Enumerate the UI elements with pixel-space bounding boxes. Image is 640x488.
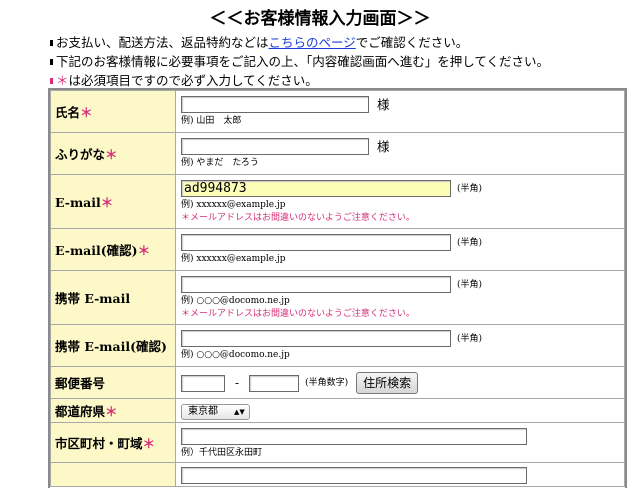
label-text: ふりがな [55, 147, 106, 162]
label-text: 郵便番号 [55, 376, 106, 391]
mobile-email-confirm-example: 例) ○○○@docomo.ne.jp [181, 350, 290, 360]
row-mobile-email-confirm: 携帯 E-mail(確認) (半角) 例) ○○○@docomo.ne.jp [50, 324, 625, 367]
required-mark: ＊ [105, 404, 118, 419]
field-mobile-email: (半角) 例) ○○○@docomo.ne.jp ＊メールアドレスはお間違いのな… [175, 270, 625, 325]
row-name: 氏名＊ 様 例) 山田 太郎 [50, 90, 625, 133]
city-input[interactable] [181, 428, 527, 445]
row-city: 市区町村・町域＊ 例）千代田区永田町 [50, 422, 625, 463]
mobile-email-warning: ＊メールアドレスはお間違いのないようご注意ください。 [181, 309, 415, 319]
bullet-icon [50, 58, 53, 65]
policy-page-link[interactable]: こちらのページ [269, 35, 356, 50]
mobile-email-input[interactable] [181, 276, 451, 293]
field-postal: - (半角数字) 住所検索 [175, 366, 625, 399]
required-mark: ＊ [80, 105, 93, 120]
field-city: 例）千代田区永田町 [175, 422, 625, 463]
label-text: 都道府県 [55, 404, 106, 419]
row-mobile-email: 携帯 E-mail (半角) 例) ○○○@docomo.ne.jp ＊メールア… [50, 270, 625, 325]
honorific-suffix: 様 [377, 138, 390, 154]
field-furigana: 様 例) やまだ たろう [175, 132, 625, 175]
note-text: 下記のお客様情報に必要事項をご記入の上、「内容確認画面へ進む」を押してください。 [56, 54, 550, 69]
furigana-input[interactable] [181, 138, 369, 155]
prefecture-select[interactable]: 東京都 ▲▼ [181, 403, 250, 420]
label-text: E-mail [55, 195, 101, 210]
field-name: 様 例) 山田 太郎 [175, 90, 625, 133]
halfwidth-note: (半角) [457, 279, 483, 290]
label-text: 氏名 [55, 105, 81, 120]
halfwidth-note: (半角) [457, 183, 483, 194]
page-title: ＜＜お客様情報入力画面＞＞ [209, 9, 431, 29]
postal-code-second-input[interactable] [249, 374, 300, 392]
field-prefecture: 東京都 ▲▼ [175, 398, 625, 423]
note-payment: お支払い、配送方法、返品特約などはこちらのページでご確認ください。 [50, 33, 640, 52]
row-next [50, 462, 625, 487]
email-input[interactable]: ad994873 [181, 180, 451, 197]
required-mark: ＊ [137, 243, 151, 258]
address-search-button[interactable]: 住所検索 [356, 372, 419, 394]
row-email-confirm: E-mail(確認)＊ (半角) 例) xxxxxx@example.jp [50, 228, 625, 271]
customer-form-table: 氏名＊ 様 例) 山田 太郎 ふりがな＊ 様 例) やまだ たろう E-mail… [50, 90, 625, 487]
field-mobile-email-confirm: (半角) 例) ○○○@docomo.ne.jp [175, 324, 625, 367]
field-email: ad994873 (半角) 例) xxxxxx@example.jp ＊メールアド… [175, 174, 625, 229]
halfwidth-digits-note: (半角数字) [305, 378, 349, 388]
label-text: 携帯 E-mail(確認) [55, 339, 167, 354]
required-mark: ＊ [56, 73, 69, 88]
halfwidth-note: (半角) [457, 333, 483, 344]
email-confirm-input[interactable] [181, 234, 451, 251]
note-text: でご確認ください。 [355, 35, 469, 50]
label-text: E-mail(確認) [55, 243, 138, 258]
mobile-email-confirm-input[interactable] [181, 330, 451, 347]
postal-dash: - [235, 376, 240, 390]
label-email: E-mail＊ [50, 174, 176, 229]
label-text: 市区町村・町域 [55, 436, 143, 451]
name-example: 例) 山田 太郎 [181, 116, 242, 126]
note-text: は必須項目ですので必ず入力してください。 [68, 73, 318, 88]
email-example: 例) xxxxxx@example.jp [181, 200, 286, 210]
field-next [175, 462, 625, 487]
address-input[interactable] [181, 467, 527, 484]
instructions: お支払い、配送方法、返品特約などはこちらのページでご確認ください。 下記のお客様… [50, 33, 640, 90]
label-furigana: ふりがな＊ [50, 132, 176, 175]
label-mobile-email: 携帯 E-mail [50, 270, 176, 325]
label-prefecture: 都道府県＊ [50, 398, 176, 423]
row-prefecture: 都道府県＊ 東京都 ▲▼ [50, 398, 625, 423]
row-furigana: ふりがな＊ 様 例) やまだ たろう [50, 132, 625, 175]
city-example: 例）千代田区永田町 [181, 448, 263, 458]
row-postal: 郵便番号 - (半角数字) 住所検索 [50, 366, 625, 399]
postal-code-first-input[interactable] [181, 374, 225, 392]
label-next [50, 462, 176, 487]
note-instructions: 下記のお客様情報に必要事項をご記入の上、「内容確認画面へ進む」を押してください。 [50, 52, 640, 71]
furigana-example: 例) やまだ たろう [181, 158, 259, 168]
email-confirm-example: 例) xxxxxx@example.jp [181, 254, 286, 264]
name-input[interactable] [181, 96, 369, 113]
email-warning: ＊メールアドレスはお間違いのないようご注意ください。 [181, 213, 415, 223]
label-city: 市区町村・町域＊ [50, 422, 176, 463]
mobile-email-example: 例) ○○○@docomo.ne.jp [181, 296, 290, 306]
required-mark: ＊ [100, 195, 114, 210]
bullet-icon [50, 39, 53, 46]
label-email-confirm: E-mail(確認)＊ [50, 228, 176, 271]
required-mark: ＊ [142, 436, 156, 451]
customer-form: 氏名＊ 様 例) 山田 太郎 ふりがな＊ 様 例) やまだ たろう E-mail… [48, 88, 627, 488]
row-email: E-mail＊ ad994873 (半角) 例) xxxxxx@example.j… [50, 174, 625, 229]
halfwidth-note: (半角) [457, 237, 483, 248]
bullet-icon [50, 77, 53, 84]
label-mobile-email-confirm: 携帯 E-mail(確認) [50, 324, 176, 367]
prefecture-selected-value: 東京都 [188, 405, 218, 417]
label-text: 携帯 E-mail [55, 291, 131, 306]
label-postal: 郵便番号 [50, 366, 176, 399]
label-name: 氏名＊ [50, 90, 176, 133]
honorific-suffix: 様 [377, 96, 390, 112]
field-email-confirm: (半角) 例) xxxxxx@example.jp [175, 228, 625, 271]
updown-arrows-icon: ▲▼ [234, 407, 245, 416]
note-text: お支払い、配送方法、返品特約などは [56, 35, 269, 50]
required-mark: ＊ [105, 147, 118, 162]
